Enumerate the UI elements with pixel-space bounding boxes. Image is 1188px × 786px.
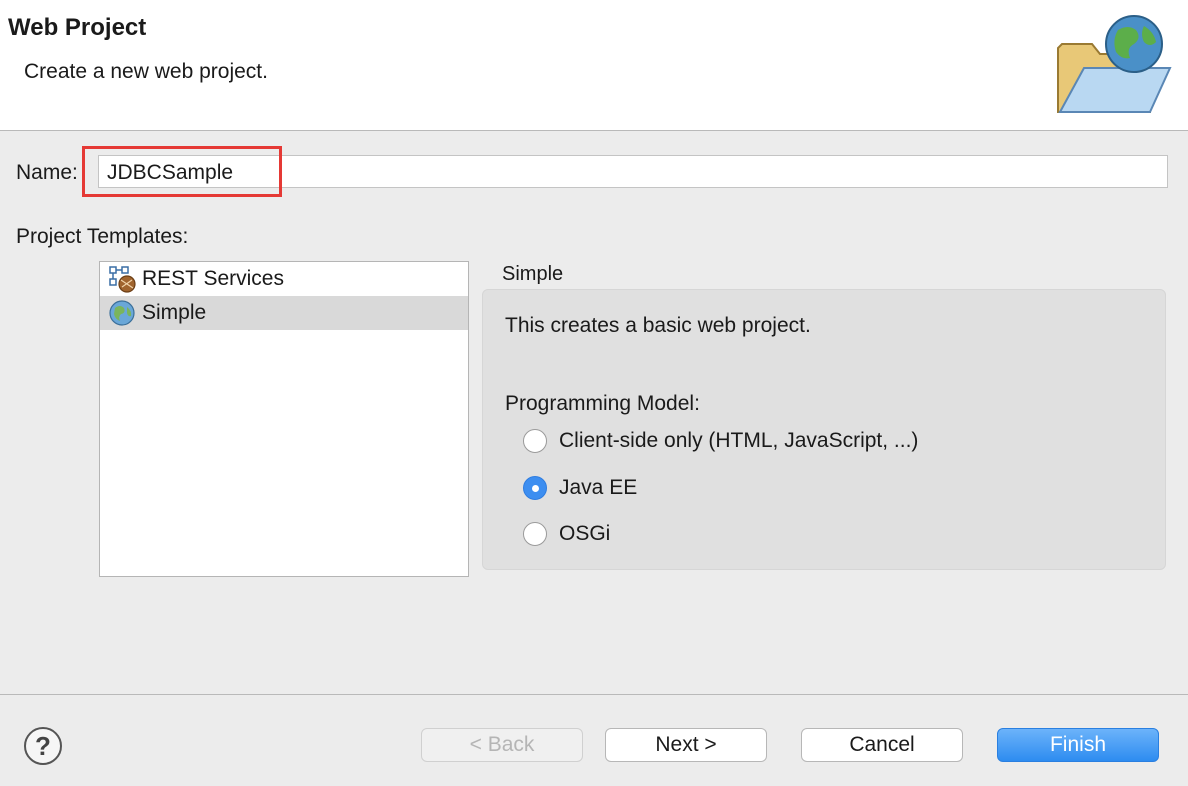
project-name-input[interactable]: [98, 155, 1168, 188]
radio-label: Client-side only (HTML, JavaScript, ...): [559, 429, 919, 452]
template-item-rest-services[interactable]: REST Services: [100, 262, 468, 296]
wizard-description: Create a new web project.: [24, 60, 268, 83]
rest-services-icon: [109, 266, 136, 293]
radio-button[interactable]: [523, 522, 547, 546]
radio-option-client-side[interactable]: Client-side only (HTML, JavaScript, ...): [523, 429, 918, 453]
radio-button[interactable]: [523, 429, 547, 453]
globe-icon: [109, 300, 135, 326]
template-item-simple[interactable]: Simple: [100, 296, 468, 330]
back-button[interactable]: < Back: [421, 728, 583, 762]
project-templates-list[interactable]: REST Services Simple: [99, 261, 469, 577]
folder-globe-icon: [1057, 15, 1172, 113]
project-templates-label: Project Templates:: [16, 225, 189, 248]
name-label: Name:: [16, 161, 78, 184]
template-label: REST Services: [142, 267, 284, 290]
template-label: Simple: [142, 301, 207, 324]
template-detail-title: Simple: [502, 263, 564, 285]
radio-label: OSGi: [559, 522, 611, 545]
radio-label: Java EE: [559, 476, 638, 499]
template-description: This creates a basic web project.: [505, 314, 811, 337]
finish-button[interactable]: Finish: [997, 728, 1159, 762]
cancel-button[interactable]: Cancel: [801, 728, 963, 762]
next-button[interactable]: Next >: [605, 728, 767, 762]
footer-divider: [0, 694, 1188, 695]
radio-button-selected[interactable]: [523, 476, 547, 500]
radio-option-java-ee[interactable]: Java EE: [523, 476, 637, 500]
wizard-banner: Web Project Create a new web project.: [0, 0, 1188, 131]
template-detail-panel: This creates a basic web project. Progra…: [482, 289, 1166, 570]
programming-model-label: Programming Model:: [505, 392, 700, 415]
help-icon[interactable]: ?: [24, 727, 62, 765]
wizard-title: Web Project: [8, 14, 147, 41]
radio-option-osgi[interactable]: OSGi: [523, 522, 610, 546]
